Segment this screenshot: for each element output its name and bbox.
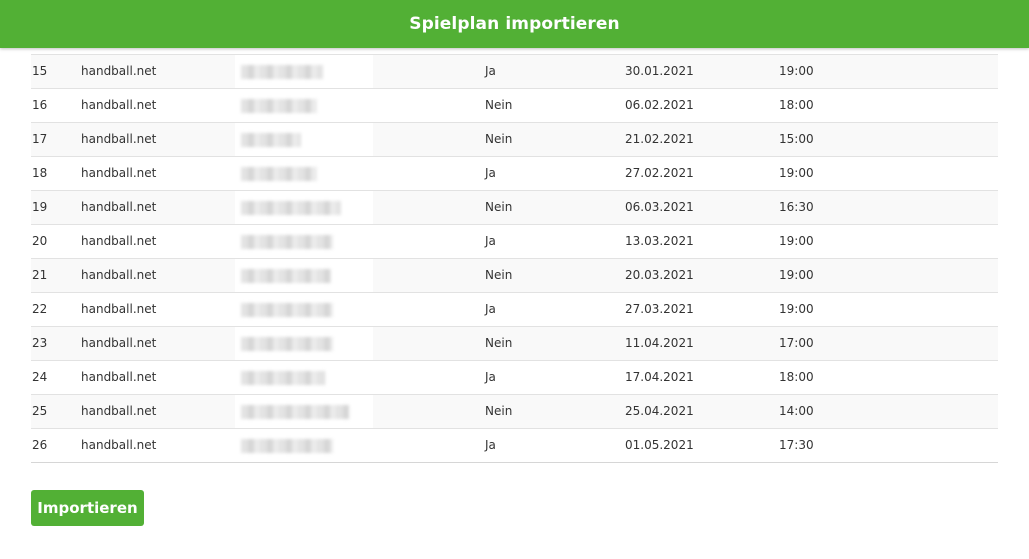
row-home: Ja [485, 166, 496, 180]
row-number: 15 [32, 64, 48, 78]
row-number: 22 [32, 302, 48, 316]
row-source: handball.net [81, 98, 157, 112]
row-time: 19:00 [779, 64, 814, 78]
row-opponent-redacted [235, 259, 373, 292]
row-opponent-redacted [235, 123, 373, 156]
row-date: 13.03.2021 [625, 234, 694, 248]
row-home: Nein [485, 98, 513, 112]
row-number: 24 [32, 370, 48, 384]
row-time: 18:00 [779, 98, 814, 112]
row-time: 16:30 [779, 200, 814, 214]
row-opponent-redacted [235, 89, 373, 122]
row-date: 21.02.2021 [625, 132, 694, 146]
row-time: 19:00 [779, 234, 814, 248]
table-row: 17 handball.net Nein 21.02.2021 15:00 [31, 123, 998, 157]
row-date: 30.01.2021 [625, 64, 694, 78]
row-home: Ja [485, 234, 496, 248]
row-time: 19:00 [779, 302, 814, 316]
row-number: 19 [32, 200, 48, 214]
table-row: 16 handball.net Nein 06.02.2021 18:00 [31, 89, 998, 123]
row-source: handball.net [81, 268, 157, 282]
row-date: 25.04.2021 [625, 404, 694, 418]
row-date: 06.02.2021 [625, 98, 694, 112]
row-date: 20.03.2021 [625, 268, 694, 282]
row-opponent-redacted [235, 429, 373, 462]
row-home: Nein [485, 200, 513, 214]
row-source: handball.net [81, 200, 157, 214]
row-date: 17.04.2021 [625, 370, 694, 384]
row-date: 01.05.2021 [625, 438, 694, 452]
header-bar: Spielplan importieren [0, 0, 1029, 48]
row-date: 06.03.2021 [625, 200, 694, 214]
row-source: handball.net [81, 302, 157, 316]
row-opponent-redacted [235, 191, 373, 224]
table-row: 20 handball.net Ja 13.03.2021 19:00 [31, 225, 998, 259]
row-source: handball.net [81, 64, 157, 78]
row-number: 25 [32, 404, 48, 418]
row-number: 26 [32, 438, 48, 452]
row-time: 18:00 [779, 370, 814, 384]
row-source: handball.net [81, 370, 157, 384]
table-row: 24 handball.net Ja 17.04.2021 18:00 [31, 361, 998, 395]
table-row: 15 handball.net Ja 30.01.2021 19:00 [31, 55, 998, 89]
row-home: Nein [485, 268, 513, 282]
row-opponent-redacted [235, 327, 373, 360]
row-time: 17:00 [779, 336, 814, 350]
row-date: 11.04.2021 [625, 336, 694, 350]
row-home: Nein [485, 404, 513, 418]
row-date: 27.02.2021 [625, 166, 694, 180]
row-opponent-redacted [235, 157, 373, 190]
row-home: Nein [485, 132, 513, 146]
table-row: 26 handball.net Ja 01.05.2021 17:30 [31, 429, 998, 463]
row-source: handball.net [81, 234, 157, 248]
import-schedule-dialog: Spielplan importieren 15 handball.net Ja… [0, 0, 1029, 559]
row-opponent-redacted [235, 395, 373, 428]
row-opponent-redacted [235, 361, 373, 394]
row-time: 15:00 [779, 132, 814, 146]
row-time: 17:30 [779, 438, 814, 452]
import-button[interactable]: Importieren [31, 490, 144, 526]
row-source: handball.net [81, 132, 157, 146]
row-source: handball.net [81, 438, 157, 452]
row-number: 21 [32, 268, 48, 282]
row-source: handball.net [81, 336, 157, 350]
row-number: 16 [32, 98, 48, 112]
table-row: 21 handball.net Nein 20.03.2021 19:00 [31, 259, 998, 293]
row-time: 19:00 [779, 268, 814, 282]
row-opponent-redacted [235, 293, 373, 326]
row-home: Ja [485, 302, 496, 316]
row-opponent-redacted [235, 225, 373, 258]
page-title: Spielplan importieren [409, 14, 620, 34]
table-row: 22 handball.net Ja 27.03.2021 19:00 [31, 293, 998, 327]
row-home: Ja [485, 64, 496, 78]
row-number: 17 [32, 132, 48, 146]
schedule-table: 15 handball.net Ja 30.01.2021 19:00 16 h… [31, 54, 998, 463]
row-home: Nein [485, 336, 513, 350]
row-number: 18 [32, 166, 48, 180]
table-row: 25 handball.net Nein 25.04.2021 14:00 [31, 395, 998, 429]
table-row: 23 handball.net Nein 11.04.2021 17:00 [31, 327, 998, 361]
row-number: 23 [32, 336, 48, 350]
row-opponent-redacted [235, 55, 373, 88]
row-source: handball.net [81, 404, 157, 418]
row-source: handball.net [81, 166, 157, 180]
table-row: 19 handball.net Nein 06.03.2021 16:30 [31, 191, 998, 225]
row-home: Ja [485, 438, 496, 452]
row-time: 14:00 [779, 404, 814, 418]
row-date: 27.03.2021 [625, 302, 694, 316]
table-row: 18 handball.net Ja 27.02.2021 19:00 [31, 157, 998, 191]
row-time: 19:00 [779, 166, 814, 180]
row-number: 20 [32, 234, 48, 248]
row-home: Ja [485, 370, 496, 384]
